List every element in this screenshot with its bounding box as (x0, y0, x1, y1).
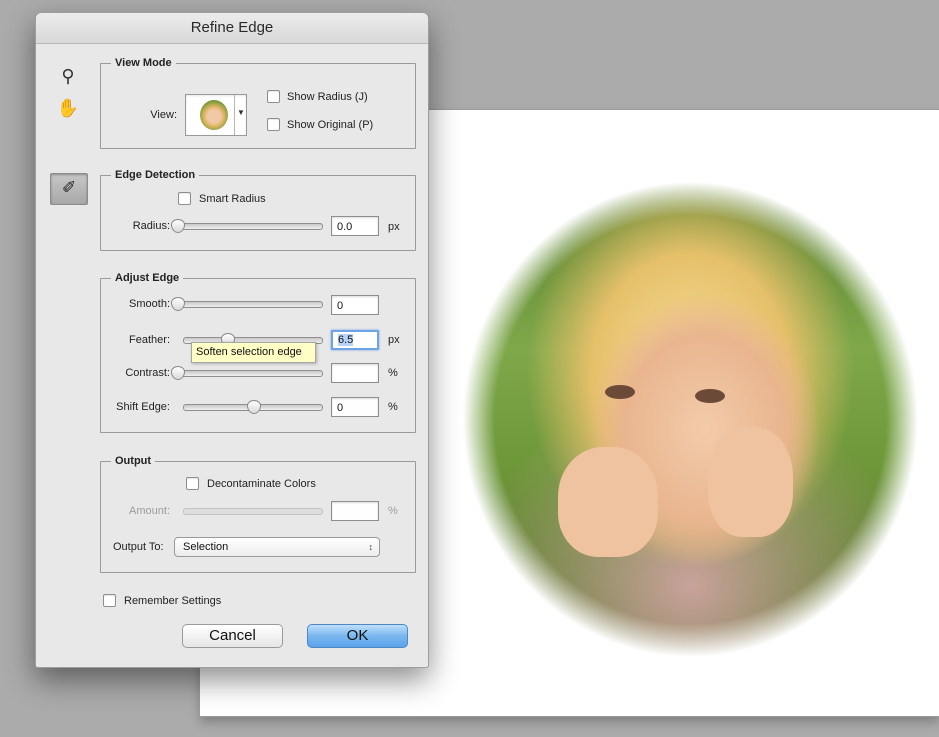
radius-slider[interactable] (171, 219, 323, 233)
smooth-slider-thumb[interactable] (171, 297, 185, 311)
photo-eye-right (695, 389, 725, 403)
refine-edge-dialog: Refine Edge ⚲ ✋ ✐ View Mode View: ▼ Show… (35, 12, 429, 668)
contrast-slider[interactable] (171, 366, 323, 380)
amount-label: Amount: (129, 505, 170, 517)
hand-icon[interactable]: ✋ (56, 97, 80, 119)
ok-button[interactable]: OK (307, 624, 408, 648)
contrast-unit: % (388, 367, 398, 379)
zoom-icon[interactable]: ⚲ (56, 65, 80, 87)
feather-input-value: 6.5 (338, 334, 354, 346)
shift-edge-unit: % (388, 401, 398, 413)
shift-edge-input[interactable]: 0 (331, 397, 379, 417)
photo-hand-left (558, 447, 658, 557)
contrast-label: Contrast: (125, 367, 170, 379)
smooth-label: Smooth: (129, 298, 170, 310)
feather-unit: px (388, 334, 400, 346)
amount-slider[interactable] (183, 508, 323, 515)
view-mode-group: View Mode View: ▼ Show Radius (J) Show O… (100, 55, 416, 149)
radius-input[interactable]: 0.0 (331, 216, 379, 236)
remember-settings-label: Remember Settings (124, 595, 222, 607)
show-radius-label: Show Radius (J) (287, 91, 368, 103)
decontaminate-colors-checkbox[interactable] (186, 477, 199, 490)
radius-label: Radius: (132, 220, 170, 232)
output-to-value: Selection (183, 541, 229, 553)
radius-slider-thumb[interactable] (171, 219, 185, 233)
cancel-button[interactable]: Cancel (182, 624, 283, 648)
dialog-title[interactable]: Refine Edge (36, 13, 428, 44)
view-label: View: (150, 109, 177, 121)
feather-tooltip: Soften selection edge (191, 342, 316, 363)
smooth-input[interactable]: 0 (331, 295, 379, 315)
output-legend: Output (111, 453, 156, 469)
shift-edge-slider[interactable] (183, 400, 323, 414)
shift-edge-slider-thumb[interactable] (247, 400, 261, 414)
contrast-input[interactable] (331, 363, 379, 383)
refine-radius-brush-icon[interactable]: ✐ (50, 173, 88, 205)
amount-unit: % (388, 505, 398, 517)
photo-eye-left (605, 385, 635, 399)
amount-input[interactable] (331, 501, 379, 521)
smart-radius-checkbox[interactable] (178, 192, 191, 205)
remember-settings-checkbox[interactable] (103, 594, 116, 607)
select-arrows-icon: ↕ (368, 542, 374, 552)
view-mode-legend: View Mode (111, 55, 176, 71)
show-radius-checkbox[interactable] (267, 90, 280, 103)
view-thumbnail (200, 100, 228, 130)
output-group: Output Decontaminate Colors Amount: % Ou… (100, 453, 416, 573)
output-to-select[interactable]: Selection ↕ (174, 537, 380, 557)
feather-label: Feather: (129, 334, 170, 346)
view-mode-picker[interactable]: ▼ (185, 94, 247, 136)
output-to-label: Output To: (113, 541, 164, 553)
view-picker-divider (234, 95, 235, 135)
feathered-photo (463, 182, 918, 657)
radius-unit: px (388, 221, 400, 233)
photo-hand-right (708, 427, 793, 537)
show-original-label: Show Original (P) (287, 119, 374, 131)
adjust-edge-legend: Adjust Edge (111, 270, 184, 286)
contrast-slider-thumb[interactable] (171, 366, 185, 380)
decontaminate-colors-label: Decontaminate Colors (207, 478, 316, 490)
smart-radius-label: Smart Radius (199, 193, 266, 205)
smooth-slider[interactable] (171, 297, 323, 311)
feather-input[interactable]: 6.5 (331, 330, 379, 350)
edge-detection-group: Edge Detection Smart Radius Radius: 0.0 … (100, 167, 416, 251)
shift-edge-label: Shift Edge: (116, 401, 170, 413)
edge-detection-legend: Edge Detection (111, 167, 200, 183)
show-original-checkbox[interactable] (267, 118, 280, 131)
dropdown-arrow-icon: ▼ (237, 108, 245, 117)
